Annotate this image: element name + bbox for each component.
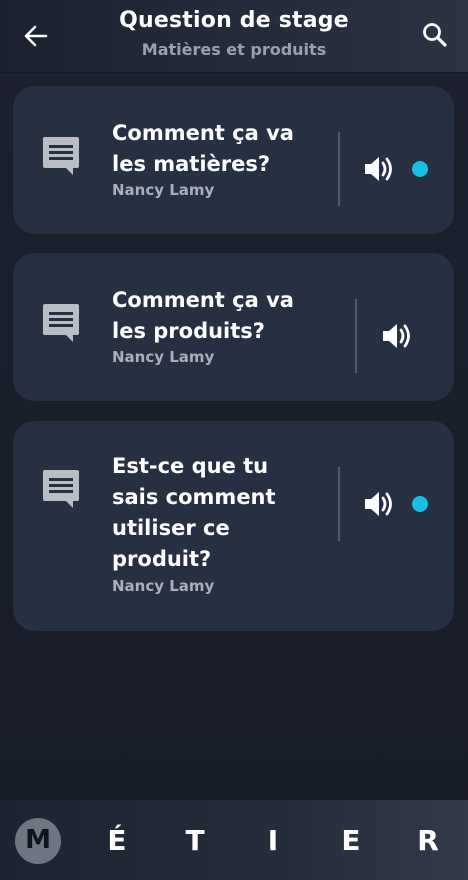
speaker-icon[interactable] <box>363 487 397 521</box>
message-icon <box>41 469 81 509</box>
bottom-nav: M É T I E R <box>0 800 468 880</box>
question-line: les matières? <box>112 152 271 176</box>
unread-dot <box>412 161 428 177</box>
speaker-icon[interactable] <box>363 152 397 186</box>
question-line: les produits? <box>112 319 265 343</box>
message-icon <box>41 303 81 343</box>
message-icon <box>41 136 81 176</box>
nav-letter-t[interactable]: T <box>175 824 215 857</box>
nav-letter-r[interactable]: R <box>408 824 448 857</box>
nav-letter-e[interactable]: E <box>331 824 371 857</box>
speaker-icon[interactable] <box>381 319 415 353</box>
question-line: produit? <box>112 547 212 571</box>
author-name: Nancy Lamy <box>112 181 215 199</box>
question-card[interactable]: Comment ça va les produits? Nancy Lamy <box>13 253 454 401</box>
question-line: sais comment <box>112 485 276 509</box>
nav-letter-e-acute[interactable]: É <box>97 824 137 857</box>
question-line: Comment ça va <box>112 121 294 145</box>
top-app-bar: Question de stage Matières et produits <box>0 0 468 73</box>
question-card[interactable]: Est-ce que tu sais comment utiliser ce p… <box>13 421 454 631</box>
author-name: Nancy Lamy <box>112 577 215 595</box>
question-line: Comment ça va <box>112 288 294 312</box>
divider <box>338 467 340 541</box>
nav-letter-m[interactable]: M <box>15 825 61 855</box>
page-subtitle: Matières et produits <box>141 40 327 59</box>
question-line: utiliser ce <box>112 516 230 540</box>
unread-dot <box>412 496 428 512</box>
divider <box>338 132 340 206</box>
question-line: Est-ce que tu <box>112 454 269 478</box>
nav-letter-i[interactable]: I <box>253 824 293 857</box>
app-screen: Question de stage Matières et produits C… <box>0 0 468 880</box>
question-card[interactable]: Comment ça va les matières? Nancy Lamy <box>13 86 454 234</box>
question-text: Comment ça va les matières? <box>112 118 294 180</box>
search-icon[interactable] <box>420 20 450 50</box>
author-name: Nancy Lamy <box>112 348 215 366</box>
page-title: Question de stage <box>119 8 349 33</box>
question-text: Est-ce que tu sais comment utiliser ce p… <box>112 451 276 575</box>
divider <box>355 299 357 373</box>
question-text: Comment ça va les produits? <box>112 285 294 347</box>
